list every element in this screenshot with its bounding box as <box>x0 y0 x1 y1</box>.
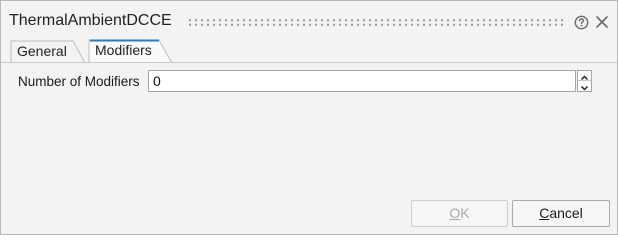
number-of-modifiers-input[interactable] <box>148 70 576 92</box>
number-of-modifiers-label: Number of Modifiers <box>18 74 140 89</box>
tab-general[interactable]: General <box>1 39 88 63</box>
number-of-modifiers-spinner[interactable] <box>577 70 592 92</box>
ok-button[interactable]: OK <box>411 200 508 227</box>
cancel-button-label-rest: ancel <box>549 205 583 221</box>
tab-modifiers[interactable]: Modifiers <box>88 39 172 63</box>
cancel-button-mnemonic: C <box>539 205 550 221</box>
chevron-down-icon <box>580 85 589 91</box>
drag-grip[interactable] <box>187 18 565 27</box>
close-icon[interactable] <box>595 15 609 29</box>
tab-modifiers-label: Modifiers <box>95 42 152 58</box>
tab-strip: General Modifiers <box>1 39 617 63</box>
cancel-button[interactable]: Cancel <box>512 200 610 227</box>
ok-button-label-rest: K <box>460 205 470 221</box>
spin-up-button[interactable] <box>578 71 591 81</box>
dialog-window: ThermalAmbientDCCE General Modifiers Num… <box>0 0 618 235</box>
tab-general-label: General <box>17 43 67 59</box>
title-bar[interactable]: ThermalAmbientDCCE <box>1 1 617 41</box>
spin-down-button[interactable] <box>578 81 591 91</box>
ok-button-mnemonic: O <box>449 205 461 221</box>
window-title: ThermalAmbientDCCE <box>9 12 172 29</box>
help-icon[interactable] <box>574 15 589 30</box>
